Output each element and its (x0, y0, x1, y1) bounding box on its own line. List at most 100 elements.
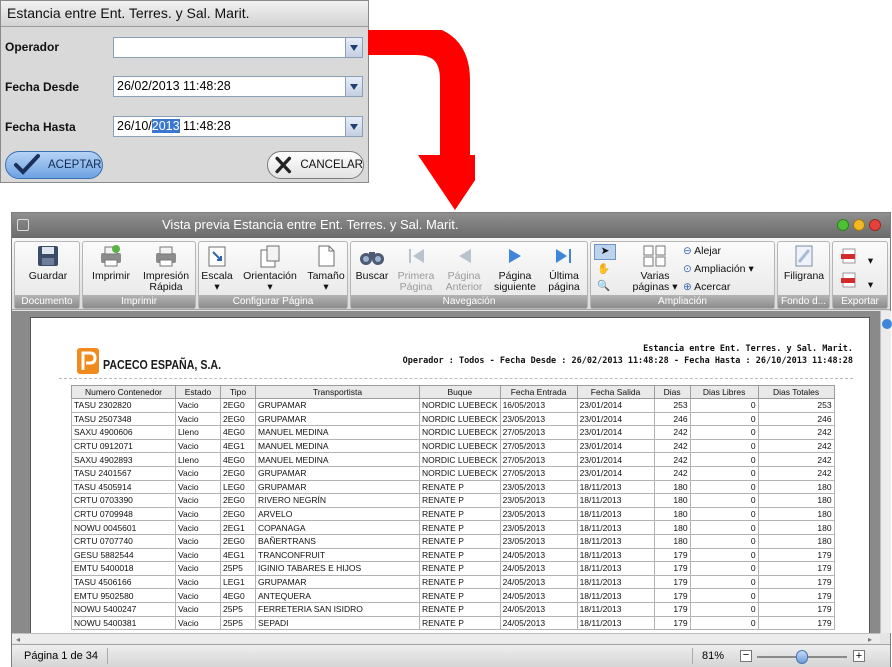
table-cell: CRTU 0707740 (71, 533, 176, 549)
table-cell: RENATE P (419, 493, 501, 508)
table-cell: 23/01/2014 (576, 465, 655, 481)
group-documento: Guardar Documento (14, 241, 80, 309)
group-imprimir: Imprimir Impresión Rápida Imprimir (82, 241, 196, 309)
table-cell: 0 (689, 520, 759, 535)
table-cell: 0 (689, 438, 759, 454)
alejar-button[interactable]: ⊖ Alejar (683, 245, 721, 257)
scroll-right-icon[interactable]: ▸ (868, 635, 872, 644)
table-cell: 179 (757, 601, 835, 617)
horizontal-scrollbar[interactable]: ◂ ▸ (12, 633, 880, 644)
table-cell: 25P5 (220, 561, 256, 576)
zoom-minus-button[interactable]: − (740, 650, 752, 662)
table-cell: SEPADI (255, 615, 420, 631)
table-cell: 2EG0 (220, 493, 256, 508)
magnifier-tool-icon[interactable]: 🔍 (597, 279, 610, 292)
table-cell: 242 (757, 425, 835, 440)
fecha-desde-value: 26/02/2013 11:48:28 (117, 79, 231, 93)
group-configurar-pagina: Escala ▾ Orientación ▾ Tamaño ▾ Configur… (198, 241, 348, 309)
escala-button[interactable]: Escala ▾ (199, 244, 235, 293)
maximize-icon[interactable] (837, 219, 849, 231)
zoom-plus-button[interactable]: + (853, 650, 865, 662)
status-divider (107, 648, 108, 664)
watermark-icon (795, 245, 813, 267)
table-cell: 0 (689, 411, 759, 427)
accept-button[interactable]: ACEPTAR (5, 151, 103, 179)
table-cell: 24/05/2013 (499, 561, 578, 576)
group-exportar-label: Exportar (833, 295, 887, 308)
table-row: CRTU 0912071 Vacio 4EG1 MANUEL MEDINA NORDIC… (71, 438, 835, 454)
table-cell: 0 (689, 425, 759, 440)
impresion-rapida-button[interactable]: Impresión Rápida (138, 244, 194, 293)
previous-page-icon (459, 249, 471, 263)
table-cell: 179 (757, 547, 835, 563)
table-cell: RENATE P (419, 588, 501, 603)
buscar-button[interactable]: Buscar (353, 244, 391, 282)
table-cell: Vacio (175, 520, 221, 535)
pagina-siguiente-button[interactable]: Página siguiente (490, 244, 540, 293)
table-cell: 0 (689, 561, 759, 576)
pointer-tool-icon[interactable]: ➤ (594, 244, 616, 260)
table-cell: Vacio (175, 398, 221, 413)
vertical-scrollbar[interactable] (880, 311, 892, 633)
orientacion-dropdown-icon: ▾ (267, 281, 273, 293)
table-cell: 179 (757, 574, 835, 590)
table-cell: Lleno (175, 452, 221, 467)
table-cell: 18/11/2013 (576, 561, 655, 576)
ultima-label-2: página (548, 281, 580, 293)
pagina-anterior-button[interactable]: Página Anterior (441, 244, 487, 293)
filigrana-button[interactable]: Filigrana (780, 244, 828, 282)
alejar-label: Alejar (694, 245, 722, 257)
table-cell: 180 (757, 533, 835, 549)
column-header: Tipo (220, 385, 256, 399)
export-pdf-button[interactable]: ▾ (841, 248, 873, 267)
scroll-left-icon[interactable]: ◂ (16, 635, 20, 644)
table-cell: Vacio (175, 465, 221, 481)
column-header: Estado (175, 385, 221, 399)
close-icon (275, 156, 292, 174)
fecha-hasta-field[interactable]: 26/10/2013 11:48:28 (113, 116, 363, 137)
table-cell: 18/11/2013 (576, 601, 655, 617)
table-cell: 180 (653, 479, 691, 495)
header-divider (59, 378, 853, 379)
table-cell: RENATE P (419, 506, 501, 522)
minimize-icon[interactable] (853, 219, 865, 231)
hand-tool-icon[interactable]: ✋ (597, 262, 610, 275)
tamano-button[interactable]: Tamaño ▾ (305, 244, 347, 293)
scroll-up-icon[interactable] (882, 319, 892, 329)
ampliacion-button[interactable]: ⊙ Ampliación ▾ (683, 263, 754, 275)
varias-paginas-button[interactable]: Varias páginas ▾ (624, 244, 686, 293)
zoom-slider-thumb[interactable] (796, 650, 808, 664)
table-cell: 18/11/2013 (576, 520, 655, 535)
table-cell: NORDIC LUEBECK (419, 425, 501, 440)
table-row: CRTU 0703390 Vacio 2EG0 RIVERO NEGRÍN RENATE… (71, 493, 835, 508)
imprimir-button[interactable]: Imprimir (86, 244, 136, 282)
table-cell: 23/05/2013 (499, 479, 578, 495)
table-cell: 179 (757, 561, 835, 576)
guardar-button[interactable]: Guardar (25, 244, 71, 282)
table-cell: 0 (689, 506, 759, 522)
table-cell: 180 (653, 533, 691, 549)
fecha-desde-field[interactable]: 26/02/2013 11:48:28 (113, 76, 363, 97)
primera-pagina-button[interactable]: Primera Página (393, 244, 439, 293)
table-cell: GRUPAMAR (255, 574, 420, 590)
table-row: SAXU 4900606 Lleno 4EG0 MANUEL MEDINA NORDIC… (71, 425, 835, 440)
preview-canvas[interactable]: Estancia entre Ent. Terres. y Sal. Marit… (12, 311, 880, 633)
acercar-button[interactable]: ⊕ Acercar (683, 281, 730, 293)
column-header: Fecha Entrada (499, 385, 578, 399)
export-other-button[interactable]: ▾ (841, 272, 873, 291)
table-cell: 4EG0 (220, 452, 256, 467)
table-cell: NORDIC LUEBECK (419, 465, 501, 481)
cancel-button[interactable]: CANCELAR (267, 151, 364, 179)
zoom-slider[interactable] (757, 650, 847, 664)
group-documento-label: Documento (15, 295, 79, 308)
close-icon[interactable] (869, 219, 881, 231)
table-cell: 27/05/2013 (499, 438, 578, 454)
company-name: PACECO ESPAÑA, S.A. (103, 357, 222, 372)
orientacion-button[interactable]: Orientación ▾ (237, 244, 303, 293)
table-cell: 18/11/2013 (576, 533, 655, 549)
ultima-pagina-button[interactable]: Última página (542, 244, 586, 293)
table-cell: GRUPAMAR (255, 479, 420, 495)
table-cell: 180 (757, 493, 835, 508)
operador-field[interactable] (113, 37, 363, 58)
table-cell: 179 (757, 615, 835, 631)
